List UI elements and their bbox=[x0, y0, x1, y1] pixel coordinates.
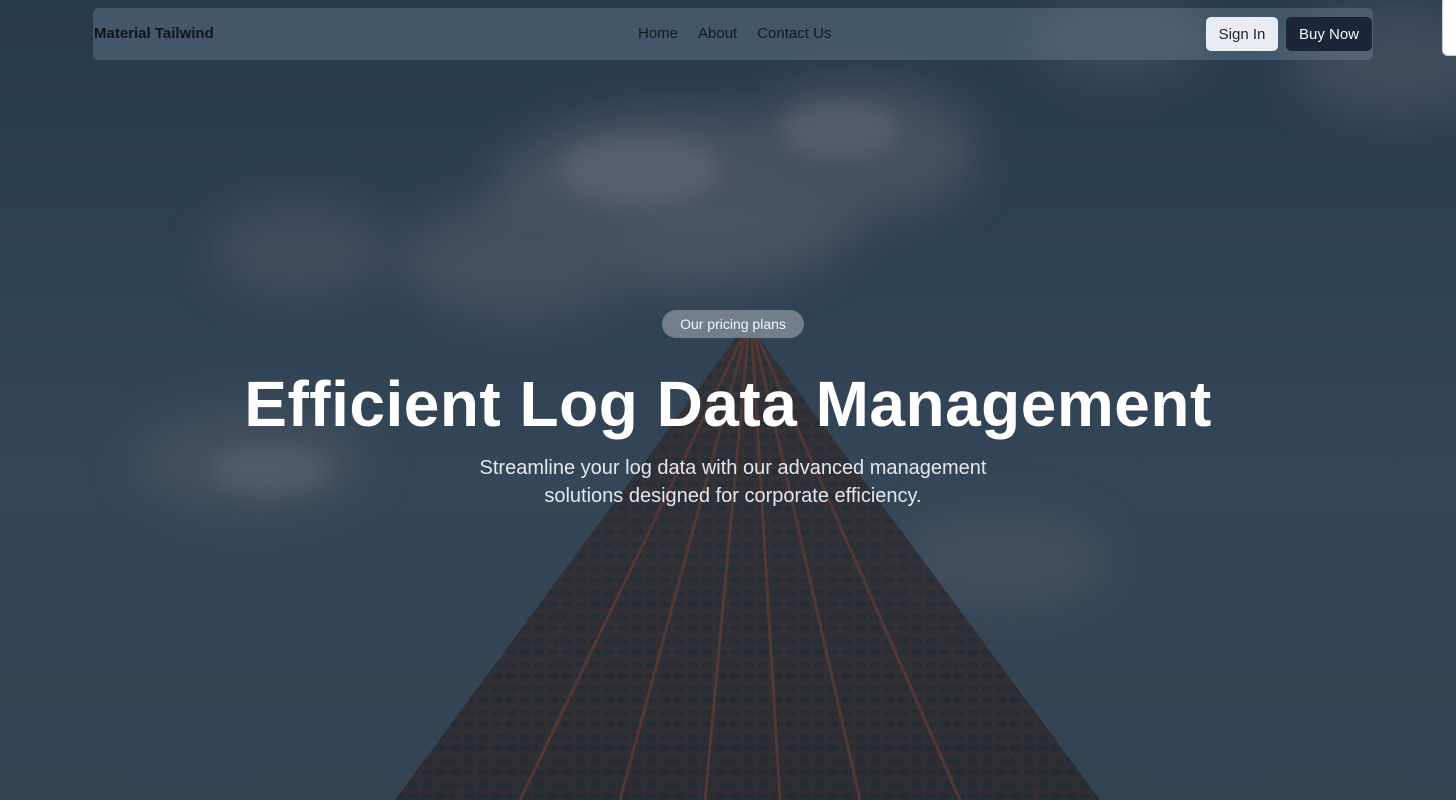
nav-links: Home About Contact Us bbox=[638, 25, 831, 42]
buy-now-button[interactable]: Buy Now bbox=[1286, 17, 1372, 51]
nav-link-contact-us[interactable]: Contact Us bbox=[757, 25, 831, 42]
edge-floating-card bbox=[1442, 0, 1456, 56]
top-navbar: Material Tailwind Home About Contact Us … bbox=[93, 8, 1373, 60]
nav-link-about[interactable]: About bbox=[698, 25, 737, 42]
brand-logo-link[interactable]: Material Tailwind bbox=[94, 25, 214, 42]
hero-subtitle: Streamline your log data with our advanc… bbox=[479, 457, 987, 507]
sign-in-button[interactable]: Sign In bbox=[1206, 17, 1278, 51]
hero-headline: Efficient Log Data Management bbox=[244, 368, 1212, 440]
nav-link-home[interactable]: Home bbox=[638, 25, 678, 42]
hero-section: Material Tailwind Home About Contact Us … bbox=[0, 0, 1456, 800]
pricing-badge: Our pricing plans bbox=[662, 310, 804, 338]
